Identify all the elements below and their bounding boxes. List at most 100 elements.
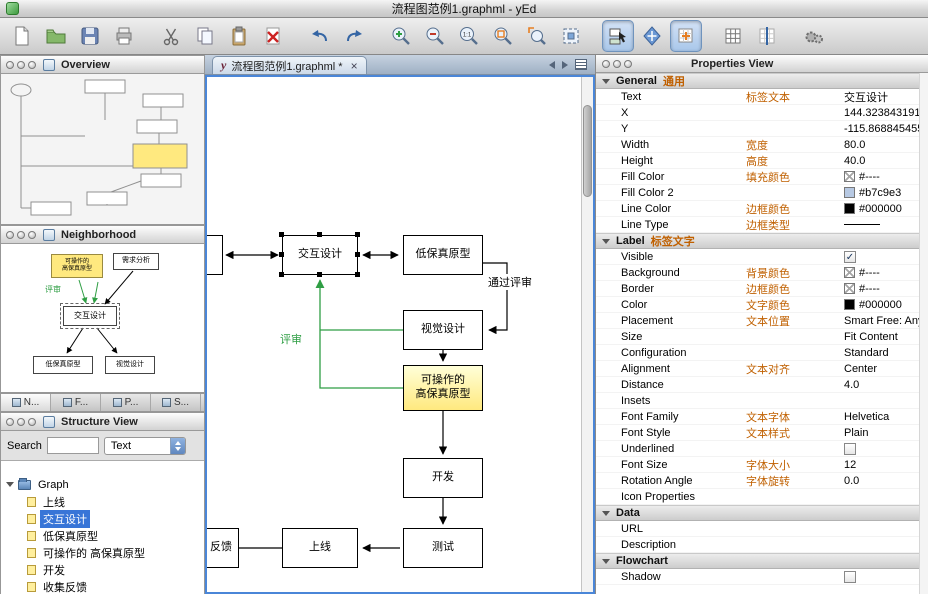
section-collapse-icon[interactable]: [602, 559, 610, 564]
neighborhood-node[interactable]: 低保真原型: [33, 356, 93, 374]
color-swatch[interactable]: [844, 299, 855, 310]
snap-mode-button[interactable]: [670, 20, 702, 52]
edge-label-pass-review[interactable]: 通过评审: [487, 274, 533, 290]
save-button[interactable]: [74, 20, 106, 52]
edit-mode-button[interactable]: [602, 20, 634, 52]
property-row-rotation-angle[interactable]: Rotation Angle字体旋转0.0: [596, 473, 919, 489]
property-row-height[interactable]: Height高度40.0: [596, 153, 919, 169]
selection-handle[interactable]: [279, 232, 284, 237]
color-swatch[interactable]: [844, 267, 855, 278]
property-row-shadow[interactable]: Shadow: [596, 569, 919, 585]
property-row-insets[interactable]: Insets: [596, 393, 919, 409]
structure-item-2[interactable]: 低保真原型: [1, 527, 204, 544]
property-row-visible[interactable]: Visible✓: [596, 249, 919, 265]
zoom-selection-button[interactable]: [487, 20, 519, 52]
property-row-placement[interactable]: Placement文本位置Smart Free: Anywh...: [596, 313, 919, 329]
structure-item-4[interactable]: 开发: [1, 561, 204, 578]
section-collapse-icon[interactable]: [602, 79, 610, 84]
panel-minimize-button[interactable]: [17, 231, 25, 239]
line-type-sample[interactable]: [844, 224, 880, 225]
properties-section-general[interactable]: General通用: [596, 73, 919, 89]
search-input[interactable]: [47, 437, 99, 454]
property-row-border[interactable]: Border边框颜色#----: [596, 281, 919, 297]
selection-handle[interactable]: [355, 232, 360, 237]
flow-node-hifi-prototype[interactable]: 可操作的 高保真原型: [403, 365, 483, 411]
properties-section-data[interactable]: Data: [596, 505, 919, 521]
property-row-width[interactable]: Width宽度80.0: [596, 137, 919, 153]
neighborhood-view[interactable]: 可操作的 高保真原型 需求分析 交互设计 低保真原型 视觉设计 评审: [1, 244, 204, 392]
panel-close-button[interactable]: [6, 418, 14, 426]
open-button[interactable]: [40, 20, 72, 52]
combo-stepper[interactable]: [170, 438, 185, 454]
selection-handle[interactable]: [279, 272, 284, 277]
properties-scrollbar[interactable]: [919, 73, 928, 594]
properties-section-flowchart[interactable]: Flowchart: [596, 553, 919, 569]
color-swatch[interactable]: [844, 203, 855, 214]
tab-scroll-right-icon[interactable]: [562, 61, 568, 69]
property-row-fill-color[interactable]: Fill Color填充颜色#----: [596, 169, 919, 185]
property-row-fill-color-2[interactable]: Fill Color 2#b7c9e3: [596, 185, 919, 201]
checkbox[interactable]: [844, 443, 856, 455]
checkbox[interactable]: ✓: [844, 251, 856, 263]
color-swatch[interactable]: [844, 283, 855, 294]
property-row-url[interactable]: URL: [596, 521, 919, 537]
selection-handle[interactable]: [355, 252, 360, 257]
panel-minimize-button[interactable]: [17, 61, 25, 69]
section-collapse-icon[interactable]: [602, 239, 610, 244]
fit-content-button[interactable]: [555, 20, 587, 52]
property-row-font-size[interactable]: Font Size字体大小12: [596, 457, 919, 473]
collapse-triangle-icon[interactable]: [6, 482, 14, 487]
neighborhood-node[interactable]: 可操作的 高保真原型: [51, 254, 103, 278]
panel-close-button[interactable]: [6, 231, 14, 239]
property-row-font-style[interactable]: Font Style文本样式Plain: [596, 425, 919, 441]
flow-node-feedback-clipped[interactable]: 反馈: [207, 528, 239, 568]
tab-s[interactable]: S...: [151, 394, 201, 411]
tab-neighborhood[interactable]: N...: [1, 394, 51, 411]
tree-root-graph[interactable]: Graph: [1, 476, 204, 493]
zoom-in-button[interactable]: [385, 20, 417, 52]
new-file-button[interactable]: [6, 20, 38, 52]
neighborhood-node[interactable]: 视觉设计: [105, 356, 155, 374]
property-row-distance[interactable]: Distance4.0: [596, 377, 919, 393]
app-icon[interactable]: [6, 2, 19, 15]
structure-item-5[interactable]: 收集反馈: [1, 578, 204, 594]
zoom-actual-size-button[interactable]: 1:1: [453, 20, 485, 52]
property-row-underlined[interactable]: Underlined: [596, 441, 919, 457]
structure-item-3[interactable]: 可操作的 高保真原型: [1, 544, 204, 561]
flow-node-test[interactable]: 测试: [403, 528, 483, 568]
property-row-line-color[interactable]: Line Color边框颜色#000000: [596, 201, 919, 217]
neighborhood-node-selected[interactable]: 交互设计: [63, 306, 117, 326]
search-field-select[interactable]: Text: [104, 437, 186, 455]
panel-detach-button[interactable]: [28, 61, 36, 69]
panel-close-button[interactable]: [6, 61, 14, 69]
flow-node-lowfi-prototype[interactable]: 低保真原型: [403, 235, 483, 275]
grid-button[interactable]: [717, 20, 749, 52]
tab-p[interactable]: P...: [101, 394, 151, 411]
property-row-x[interactable]: X144.3238431917...: [596, 105, 919, 121]
panel-minimize-button[interactable]: [613, 60, 621, 68]
panel-close-button[interactable]: [602, 60, 610, 68]
undo-button[interactable]: [304, 20, 336, 52]
property-row-icon-properties[interactable]: Icon Properties: [596, 489, 919, 505]
cut-button[interactable]: [155, 20, 187, 52]
panel-detach-button[interactable]: [28, 418, 36, 426]
tab-list-icon[interactable]: [575, 59, 587, 70]
property-row-alignment[interactable]: Alignment文本对齐Center: [596, 361, 919, 377]
tab-f[interactable]: F...: [51, 394, 101, 411]
navigation-mode-button[interactable]: [636, 20, 668, 52]
structure-item-0[interactable]: 上线: [1, 493, 204, 510]
property-row-description[interactable]: Description: [596, 537, 919, 553]
redo-button[interactable]: [338, 20, 370, 52]
scrollbar-thumb[interactable]: [583, 105, 592, 197]
zoom-out-button[interactable]: [419, 20, 451, 52]
neighborhood-node[interactable]: 需求分析: [113, 253, 159, 270]
property-row-configuration[interactable]: ConfigurationStandard: [596, 345, 919, 361]
color-swatch[interactable]: [844, 171, 855, 182]
document-tab[interactable]: y 流程图范例1.graphml * ×: [212, 56, 367, 74]
panel-detach-button[interactable]: [624, 60, 632, 68]
document-close-button[interactable]: ×: [351, 59, 358, 73]
property-row-line-type[interactable]: Line Type边框类型: [596, 217, 919, 233]
canvas-vertical-scrollbar[interactable]: [581, 77, 593, 592]
edge-label-review[interactable]: 评审: [279, 331, 303, 347]
section-collapse-icon[interactable]: [602, 511, 610, 516]
